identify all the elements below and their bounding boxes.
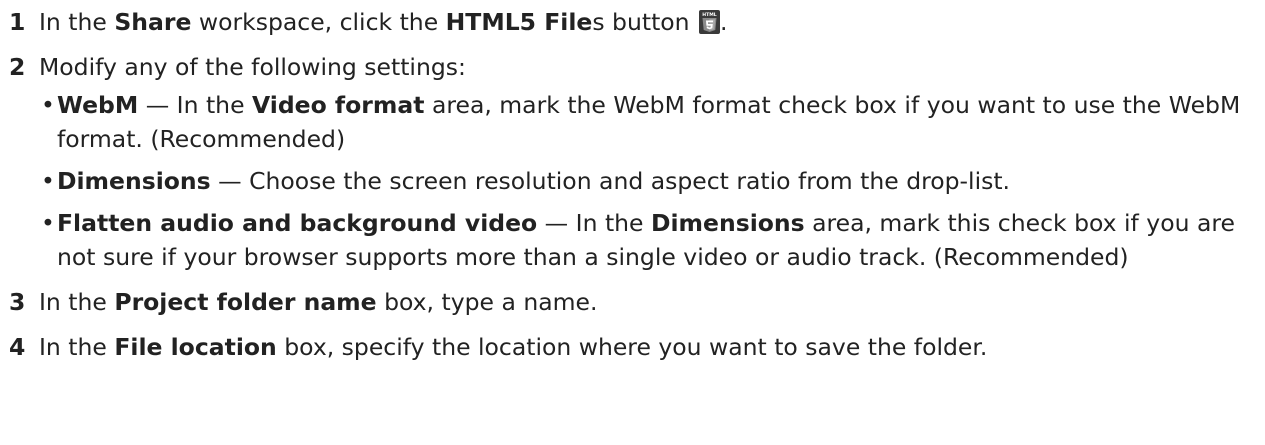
step-1: 1 In the Share workspace, click the HTML…	[9, 5, 1265, 39]
share-workspace-label: Share	[114, 8, 192, 36]
flatten-audio-label: Flatten audio and background video	[57, 209, 538, 237]
html5-icon: HTML	[699, 9, 721, 34]
text-run: .	[720, 8, 728, 36]
text-run: box, specify the location where you want…	[276, 333, 988, 361]
settings-list: • WebM — In the Video format area, mark …	[39, 88, 1265, 274]
step-number: 2	[9, 53, 26, 81]
dimensions-area-label: Dimensions	[650, 209, 805, 237]
step-3-text: In the Project folder name box, type a n…	[39, 288, 597, 316]
step-2-text: Modify any of the following settings:	[39, 53, 466, 81]
text-run: — In the	[138, 91, 253, 119]
video-format-label: Video format	[252, 91, 425, 119]
file-location-label: File location	[114, 333, 277, 361]
dimensions-label: Dimensions	[57, 167, 211, 195]
step-3: 3 In the Project folder name box, type a…	[9, 285, 1265, 319]
html5-files-label: HTML5 File	[445, 8, 593, 36]
text-run: In the	[39, 8, 115, 36]
step-number: 1	[9, 8, 26, 36]
bullet-icon: •	[41, 91, 55, 119]
bullet-icon: •	[41, 167, 55, 195]
step-4-text: In the File location box, specify the lo…	[39, 333, 987, 361]
text-run: — In the	[537, 209, 651, 237]
text-run: — Choose the screen resolution and aspec…	[210, 167, 1011, 195]
svg-text:HTML: HTML	[702, 12, 717, 18]
text-run: s button	[592, 8, 698, 36]
text-run: workspace, click the	[191, 8, 446, 36]
step-number: 3	[9, 288, 26, 316]
project-folder-name-label: Project folder name	[114, 288, 377, 316]
list-item-webm: • WebM — In the Video format area, mark …	[39, 88, 1265, 156]
step-number: 4	[9, 333, 26, 361]
text-run: box, type a name.	[376, 288, 598, 316]
step-2: 2 Modify any of the following settings: …	[9, 50, 1265, 274]
webm-label: WebM	[57, 91, 139, 119]
step-4: 4 In the File location box, specify the …	[9, 330, 1265, 364]
instruction-document: 1 In the Share workspace, click the HTML…	[0, 0, 1265, 364]
bullet-icon: •	[41, 209, 55, 237]
step-1-text: In the Share workspace, click the HTML5 …	[39, 8, 728, 36]
text-run: In the	[39, 333, 115, 361]
list-item-flatten-audio: • Flatten audio and background video — I…	[39, 206, 1265, 274]
text-run: In the	[39, 288, 115, 316]
list-item-dimensions: • Dimensions — Choose the screen resolut…	[39, 164, 1265, 198]
